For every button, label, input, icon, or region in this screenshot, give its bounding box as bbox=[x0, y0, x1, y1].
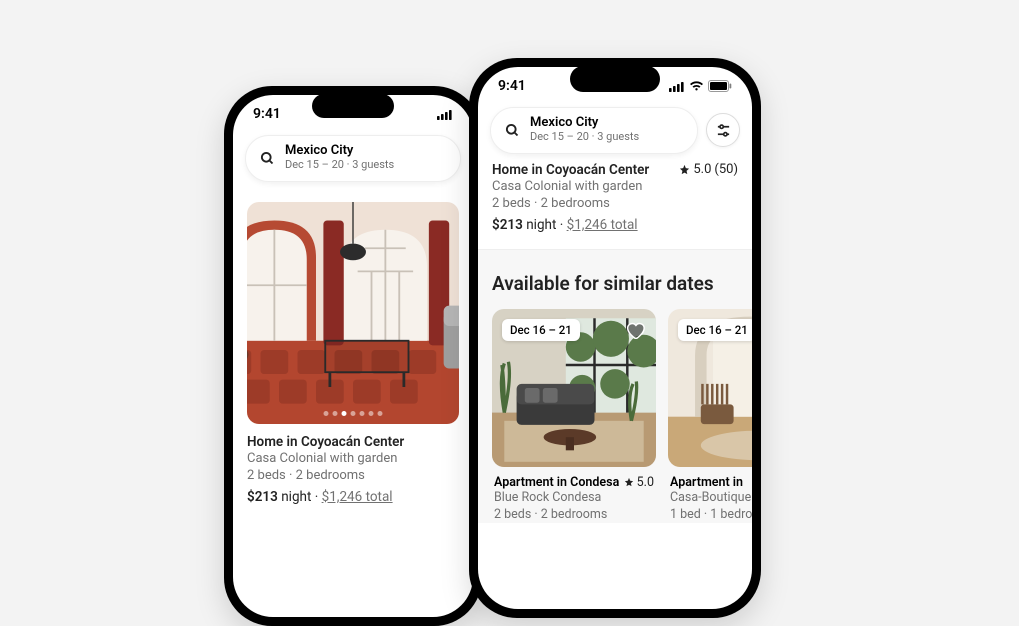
status-time: 9:41 bbox=[253, 106, 281, 122]
battery-icon bbox=[708, 80, 732, 92]
phone-mockup-left: 9:41 Mexico City Dec 15 – 20 · 3 guests bbox=[224, 86, 482, 626]
rating-count: (50) bbox=[714, 162, 738, 177]
card-photo: Dec 16 – 21 bbox=[668, 309, 752, 467]
listing-price-row: $213 night · $1,246 total bbox=[247, 489, 459, 505]
card-photo: Dec 16 – 21 bbox=[492, 309, 656, 467]
listing-rating: 5.0 (50) bbox=[679, 162, 738, 177]
listing-title: Home in Coyoacán Center bbox=[247, 434, 459, 450]
card-title: Apartment in Condesa bbox=[494, 475, 619, 490]
listing-price-unit: night bbox=[526, 217, 556, 233]
listing-subtitle: Casa Colonial with garden bbox=[492, 178, 738, 196]
star-icon bbox=[624, 477, 634, 487]
photo-pagination-dots bbox=[324, 411, 383, 416]
listing-total[interactable]: $1,246 total bbox=[322, 489, 393, 505]
card-subtitle: Blue Rock Condesa bbox=[494, 490, 654, 507]
heart-icon[interactable] bbox=[624, 319, 646, 341]
card-rating: 5.0 bbox=[624, 475, 654, 490]
search-details: Dec 15 – 20 · 3 guests bbox=[285, 158, 394, 172]
star-icon bbox=[679, 164, 690, 175]
phone-mockup-right: 9:41 Mexico City Dec 15 – 20 · 3 guests bbox=[469, 58, 761, 618]
card-date-pill: Dec 16 – 21 bbox=[502, 319, 580, 341]
status-time: 9:41 bbox=[498, 78, 526, 94]
search-details: Dec 15 – 20 · 3 guests bbox=[530, 130, 639, 144]
listing-rooms: 2 beds · 2 bedrooms bbox=[492, 195, 738, 213]
cellular-icon bbox=[669, 81, 685, 92]
top-listing[interactable]: Home in Coyoacán Center 5.0 (50) Casa Co… bbox=[478, 162, 752, 250]
cellular-icon bbox=[437, 109, 453, 120]
listing-title: Home in Coyoacán Center bbox=[492, 162, 649, 178]
search-pill[interactable]: Mexico City Dec 15 – 20 · 3 guests bbox=[490, 107, 698, 154]
phone-notch bbox=[570, 66, 660, 92]
similar-card[interactable]: Dec 16 – 21 Apartment in Condesa 5.0 bbox=[492, 309, 656, 524]
search-location: Mexico City bbox=[285, 144, 394, 158]
status-icons bbox=[669, 80, 732, 92]
search-icon bbox=[260, 151, 275, 166]
card-title: Apartment in bbox=[670, 475, 752, 490]
card-subtitle: Casa-Boutique bbox=[670, 490, 752, 507]
card-rooms: 2 beds · 2 bedrooms bbox=[494, 507, 654, 524]
listing-price-unit: night bbox=[281, 489, 311, 505]
search-icon bbox=[505, 123, 520, 138]
listing-price-row: $213 night · $1,246 total bbox=[492, 217, 738, 245]
wifi-icon bbox=[689, 81, 704, 92]
similar-dates-section: Available for similar dates bbox=[478, 250, 752, 524]
card-rooms: 1 bed · 1 bedroom bbox=[670, 507, 752, 524]
listing-photo[interactable] bbox=[247, 202, 459, 424]
card-date-pill: Dec 16 – 21 bbox=[678, 319, 752, 341]
listing-price: $213 bbox=[492, 217, 523, 233]
listing-total[interactable]: $1,246 total bbox=[567, 217, 638, 233]
filter-button[interactable] bbox=[706, 113, 740, 147]
status-icons bbox=[437, 109, 453, 120]
search-pill[interactable]: Mexico City Dec 15 – 20 · 3 guests bbox=[245, 135, 461, 182]
listing-subtitle: Casa Colonial with garden bbox=[247, 450, 459, 468]
card-rating-value: 5.0 bbox=[637, 475, 654, 490]
rating-value: 5.0 bbox=[693, 162, 711, 177]
listing-price: $213 bbox=[247, 489, 278, 505]
sliders-icon bbox=[716, 123, 731, 138]
search-location: Mexico City bbox=[530, 116, 639, 130]
similar-heading: Available for similar dates bbox=[492, 272, 752, 309]
phone-notch bbox=[312, 94, 394, 118]
similar-card[interactable]: Dec 16 – 21 Apartment in Casa-Boutique 1… bbox=[668, 309, 752, 524]
listing-rooms: 2 beds · 2 bedrooms bbox=[247, 467, 459, 485]
